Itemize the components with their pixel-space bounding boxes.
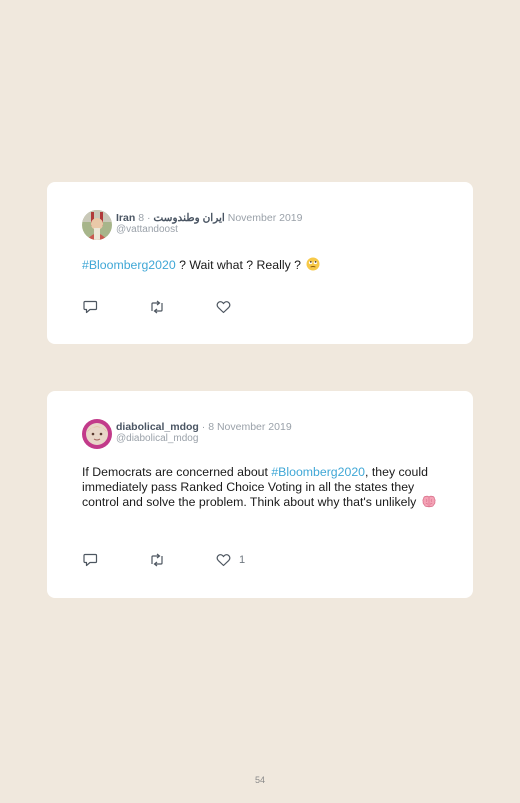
separator-dot: · [201, 421, 206, 433]
like-count: 1 [239, 554, 246, 566]
reply-button[interactable] [83, 552, 98, 568]
brain-icon [422, 495, 436, 512]
retweet-icon [151, 553, 163, 567]
tweet-actions [83, 299, 283, 315]
author-name[interactable]: Iran ایران وطندوست [116, 212, 225, 224]
author-handle[interactable]: @vattandoost [116, 224, 302, 236]
separator-dot: · [146, 212, 151, 224]
tweet-text: If Democrats are concerned about #Bloomb… [82, 465, 442, 512]
avatar[interactable] [82, 419, 112, 449]
tweet-text-content: ? Wait what ? Really ? [175, 258, 301, 272]
face-with-rolling-eyes-icon [306, 257, 320, 275]
tweet-card: Iran ایران وطندوست · 8 November 2019 @va… [47, 182, 473, 344]
avatar[interactable] [82, 210, 112, 240]
reply-button[interactable] [83, 299, 98, 315]
tweet-date[interactable]: 8 November 2019 [208, 421, 291, 433]
hashtag-link[interactable]: #Bloomberg2020 [82, 258, 176, 272]
reply-icon [83, 300, 98, 314]
author-name[interactable]: diabolical_mdog [116, 421, 199, 433]
reply-icon [83, 553, 98, 567]
tweet-header: Iran ایران وطندوست · 8 November 2019 @va… [116, 212, 302, 236]
heart-icon [216, 301, 231, 314]
retweet-button[interactable] [149, 299, 165, 315]
retweet-icon [151, 300, 163, 314]
tweet-card: diabolical_mdog · 8 November 2019 @diabo… [47, 391, 473, 598]
heart-icon [216, 554, 231, 567]
page-number: 54 [254, 775, 265, 785]
tweet-text: #Bloomberg2020 ? Wait what ? Really ? [82, 257, 442, 275]
like-button[interactable] [216, 299, 239, 315]
tweet-text-content: If Democrats are concerned about [82, 465, 272, 479]
tweet-header: diabolical_mdog · 8 November 2019 @diabo… [116, 421, 292, 445]
hashtag-link[interactable]: #Bloomberg2020 [271, 465, 365, 479]
retweet-button[interactable] [149, 552, 165, 568]
tweet-actions: 1 [83, 552, 283, 568]
like-button[interactable]: 1 [216, 552, 245, 568]
author-handle[interactable]: @diabolical_mdog [116, 433, 292, 445]
